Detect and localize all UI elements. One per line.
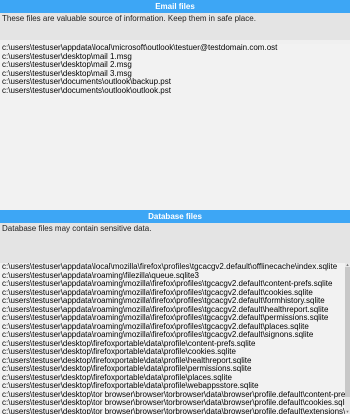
file-row[interactable]: c:\users\testuser\desktop\firefoxportabl…	[0, 382, 350, 391]
file-row[interactable]: c:\users\testuser\appdata\roaming\mozill…	[0, 297, 350, 306]
file-row[interactable]: c:\users\testuser\desktop\firefoxportabl…	[0, 357, 350, 366]
file-row[interactable]: c:\users\testuser\desktop\tor browser\br…	[0, 408, 350, 414]
file-row[interactable]: c:\users\testuser\appdata\roaming\filezi…	[0, 272, 350, 281]
file-row[interactable]: c:\users\testuser\appdata\roaming\mozill…	[0, 314, 350, 323]
database-files-list[interactable]: c:\users\testuser\appdata\local\mozilla\…	[0, 263, 350, 414]
file-row[interactable]: c:\users\testuser\appdata\local\mozilla\…	[0, 263, 350, 272]
file-row[interactable]: c:\users\testuser\documents\outlook\outl…	[0, 87, 350, 96]
database-files-header: Database files	[0, 210, 350, 223]
database-files-description: Database files may contain sensitive dat…	[0, 223, 350, 263]
file-row[interactable]: c:\users\testuser\desktop\tor browser\br…	[0, 391, 350, 400]
email-files-description: These files are valuable source of infor…	[0, 13, 350, 40]
email-files-panel: Email files These files are valuable sou…	[0, 0, 350, 210]
email-files-header: Email files	[0, 0, 350, 13]
file-row[interactable]: c:\users\testuser\appdata\roaming\mozill…	[0, 331, 350, 340]
file-row[interactable]: c:\users\testuser\desktop\firefoxportabl…	[0, 340, 350, 349]
file-row[interactable]: c:\users\testuser\desktop\tor browser\br…	[0, 399, 350, 408]
file-row[interactable]: c:\users\testuser\desktop\mail 2.msg	[0, 61, 350, 70]
file-row[interactable]: c:\users\testuser\desktop\mail 3.msg	[0, 70, 350, 79]
email-files-list[interactable]: c:\users\testuser\appdata\local\microsof…	[0, 44, 350, 210]
database-files-panel: Database files Database files may contai…	[0, 210, 350, 414]
file-row[interactable]: c:\users\testuser\documents\outlook\back…	[0, 78, 350, 87]
file-row[interactable]: c:\users\testuser\appdata\roaming\mozill…	[0, 280, 350, 289]
file-row[interactable]: c:\users\testuser\appdata\roaming\mozill…	[0, 289, 350, 298]
file-row[interactable]: c:\users\testuser\desktop\firefoxportabl…	[0, 365, 350, 374]
file-row[interactable]: c:\users\testuser\appdata\roaming\mozill…	[0, 323, 350, 332]
scrollbar-thumb[interactable]	[345, 267, 350, 397]
file-row[interactable]: c:\users\testuser\desktop\mail 1.msg	[0, 53, 350, 62]
scroll-down-icon[interactable]: ▼	[345, 410, 350, 414]
file-row[interactable]: c:\users\testuser\desktop\firefoxportabl…	[0, 348, 350, 357]
file-row[interactable]: c:\users\testuser\appdata\local\microsof…	[0, 44, 350, 53]
file-row[interactable]: c:\users\testuser\appdata\roaming\mozill…	[0, 306, 350, 315]
file-row[interactable]: c:\users\testuser\desktop\firefoxportabl…	[0, 374, 350, 383]
database-list-scrollbar[interactable]: ▲ ▼	[345, 263, 350, 414]
